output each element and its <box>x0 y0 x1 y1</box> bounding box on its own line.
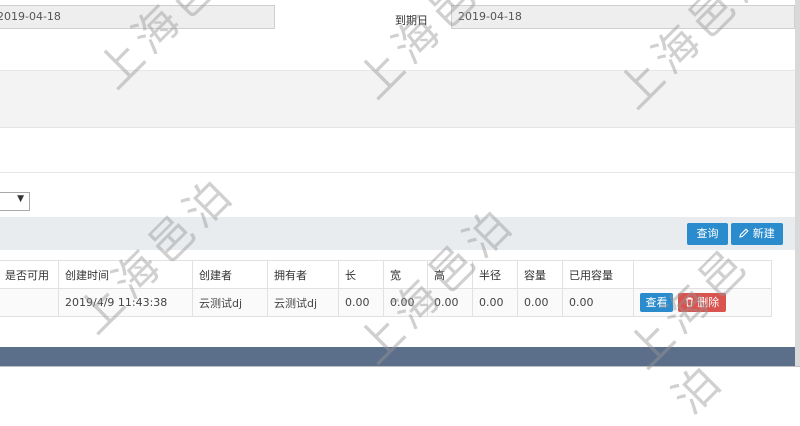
query-button-label: 查询 <box>696 227 719 240</box>
col-header: 拥有者 <box>267 260 339 289</box>
cell: 0.00 <box>427 288 473 317</box>
section-header-band <box>0 70 795 128</box>
watermark-text: 上海邑泊 <box>67 166 246 344</box>
window-right-edge <box>795 0 800 377</box>
cell: 云测试dj <box>192 288 268 317</box>
col-header: 创建时间 <box>58 260 193 289</box>
col-header: 已用容量 <box>562 260 634 289</box>
trash-icon <box>685 297 693 307</box>
col-header: 半径 <box>472 260 518 289</box>
cell: 0.00 <box>383 288 428 317</box>
col-header: 是否可用 <box>0 260 59 289</box>
window-bottom-edge <box>0 366 800 378</box>
delete-button[interactable]: 删除 <box>678 293 726 312</box>
cell: 云测试dj <box>267 288 339 317</box>
cell: 0.00 <box>562 288 634 317</box>
col-header: 宽 <box>383 260 428 289</box>
row-actions: 查看 删除 <box>633 288 772 317</box>
new-button-label: 新建 <box>752 227 775 240</box>
page-size-select[interactable]: ▼ <box>0 192 30 211</box>
expiry-date-value: 2019-04-18 <box>458 10 522 23</box>
section-divider <box>0 172 795 173</box>
pencil-icon <box>739 228 749 238</box>
cell: 0.00 <box>338 288 384 317</box>
view-button[interactable]: 查看 <box>640 293 673 312</box>
start-date-value: 2019-04-18 <box>0 10 61 23</box>
new-button[interactable]: 新建 <box>731 223 783 245</box>
cell: 0.00 <box>517 288 563 317</box>
col-header <box>633 260 772 289</box>
toolbar-band <box>0 217 795 250</box>
footer-bar <box>0 347 795 366</box>
watermark: 上海邑泊 <box>60 159 247 346</box>
delete-button-label: 删除 <box>697 296 720 309</box>
col-header: 长 <box>338 260 384 289</box>
view-button-label: 查看 <box>645 296 668 309</box>
query-button[interactable]: 查询 <box>687 223 728 245</box>
col-header: 高 <box>427 260 473 289</box>
data-table: 是否可用 创建时间 创建者 拥有者 长 宽 高 半径 容量 已用容量 2019/… <box>0 260 772 317</box>
start-date-field[interactable]: 2019-04-18 <box>0 5 275 29</box>
expiry-date-field[interactable]: 2019-04-18 <box>451 5 795 29</box>
table-row: 2019/4/9 11:43:38 云测试dj 云测试dj 0.00 0.00 … <box>0 288 772 317</box>
table-header-row: 是否可用 创建时间 创建者 拥有者 长 宽 高 半径 容量 已用容量 <box>0 260 772 289</box>
cell <box>0 288 59 317</box>
cell: 2019/4/9 11:43:38 <box>58 288 193 317</box>
caret-down-icon: ▼ <box>17 194 24 204</box>
expiry-date-label: 到期日 <box>395 14 428 27</box>
col-header: 创建者 <box>192 260 268 289</box>
col-header: 容量 <box>517 260 563 289</box>
cell: 0.00 <box>472 288 518 317</box>
